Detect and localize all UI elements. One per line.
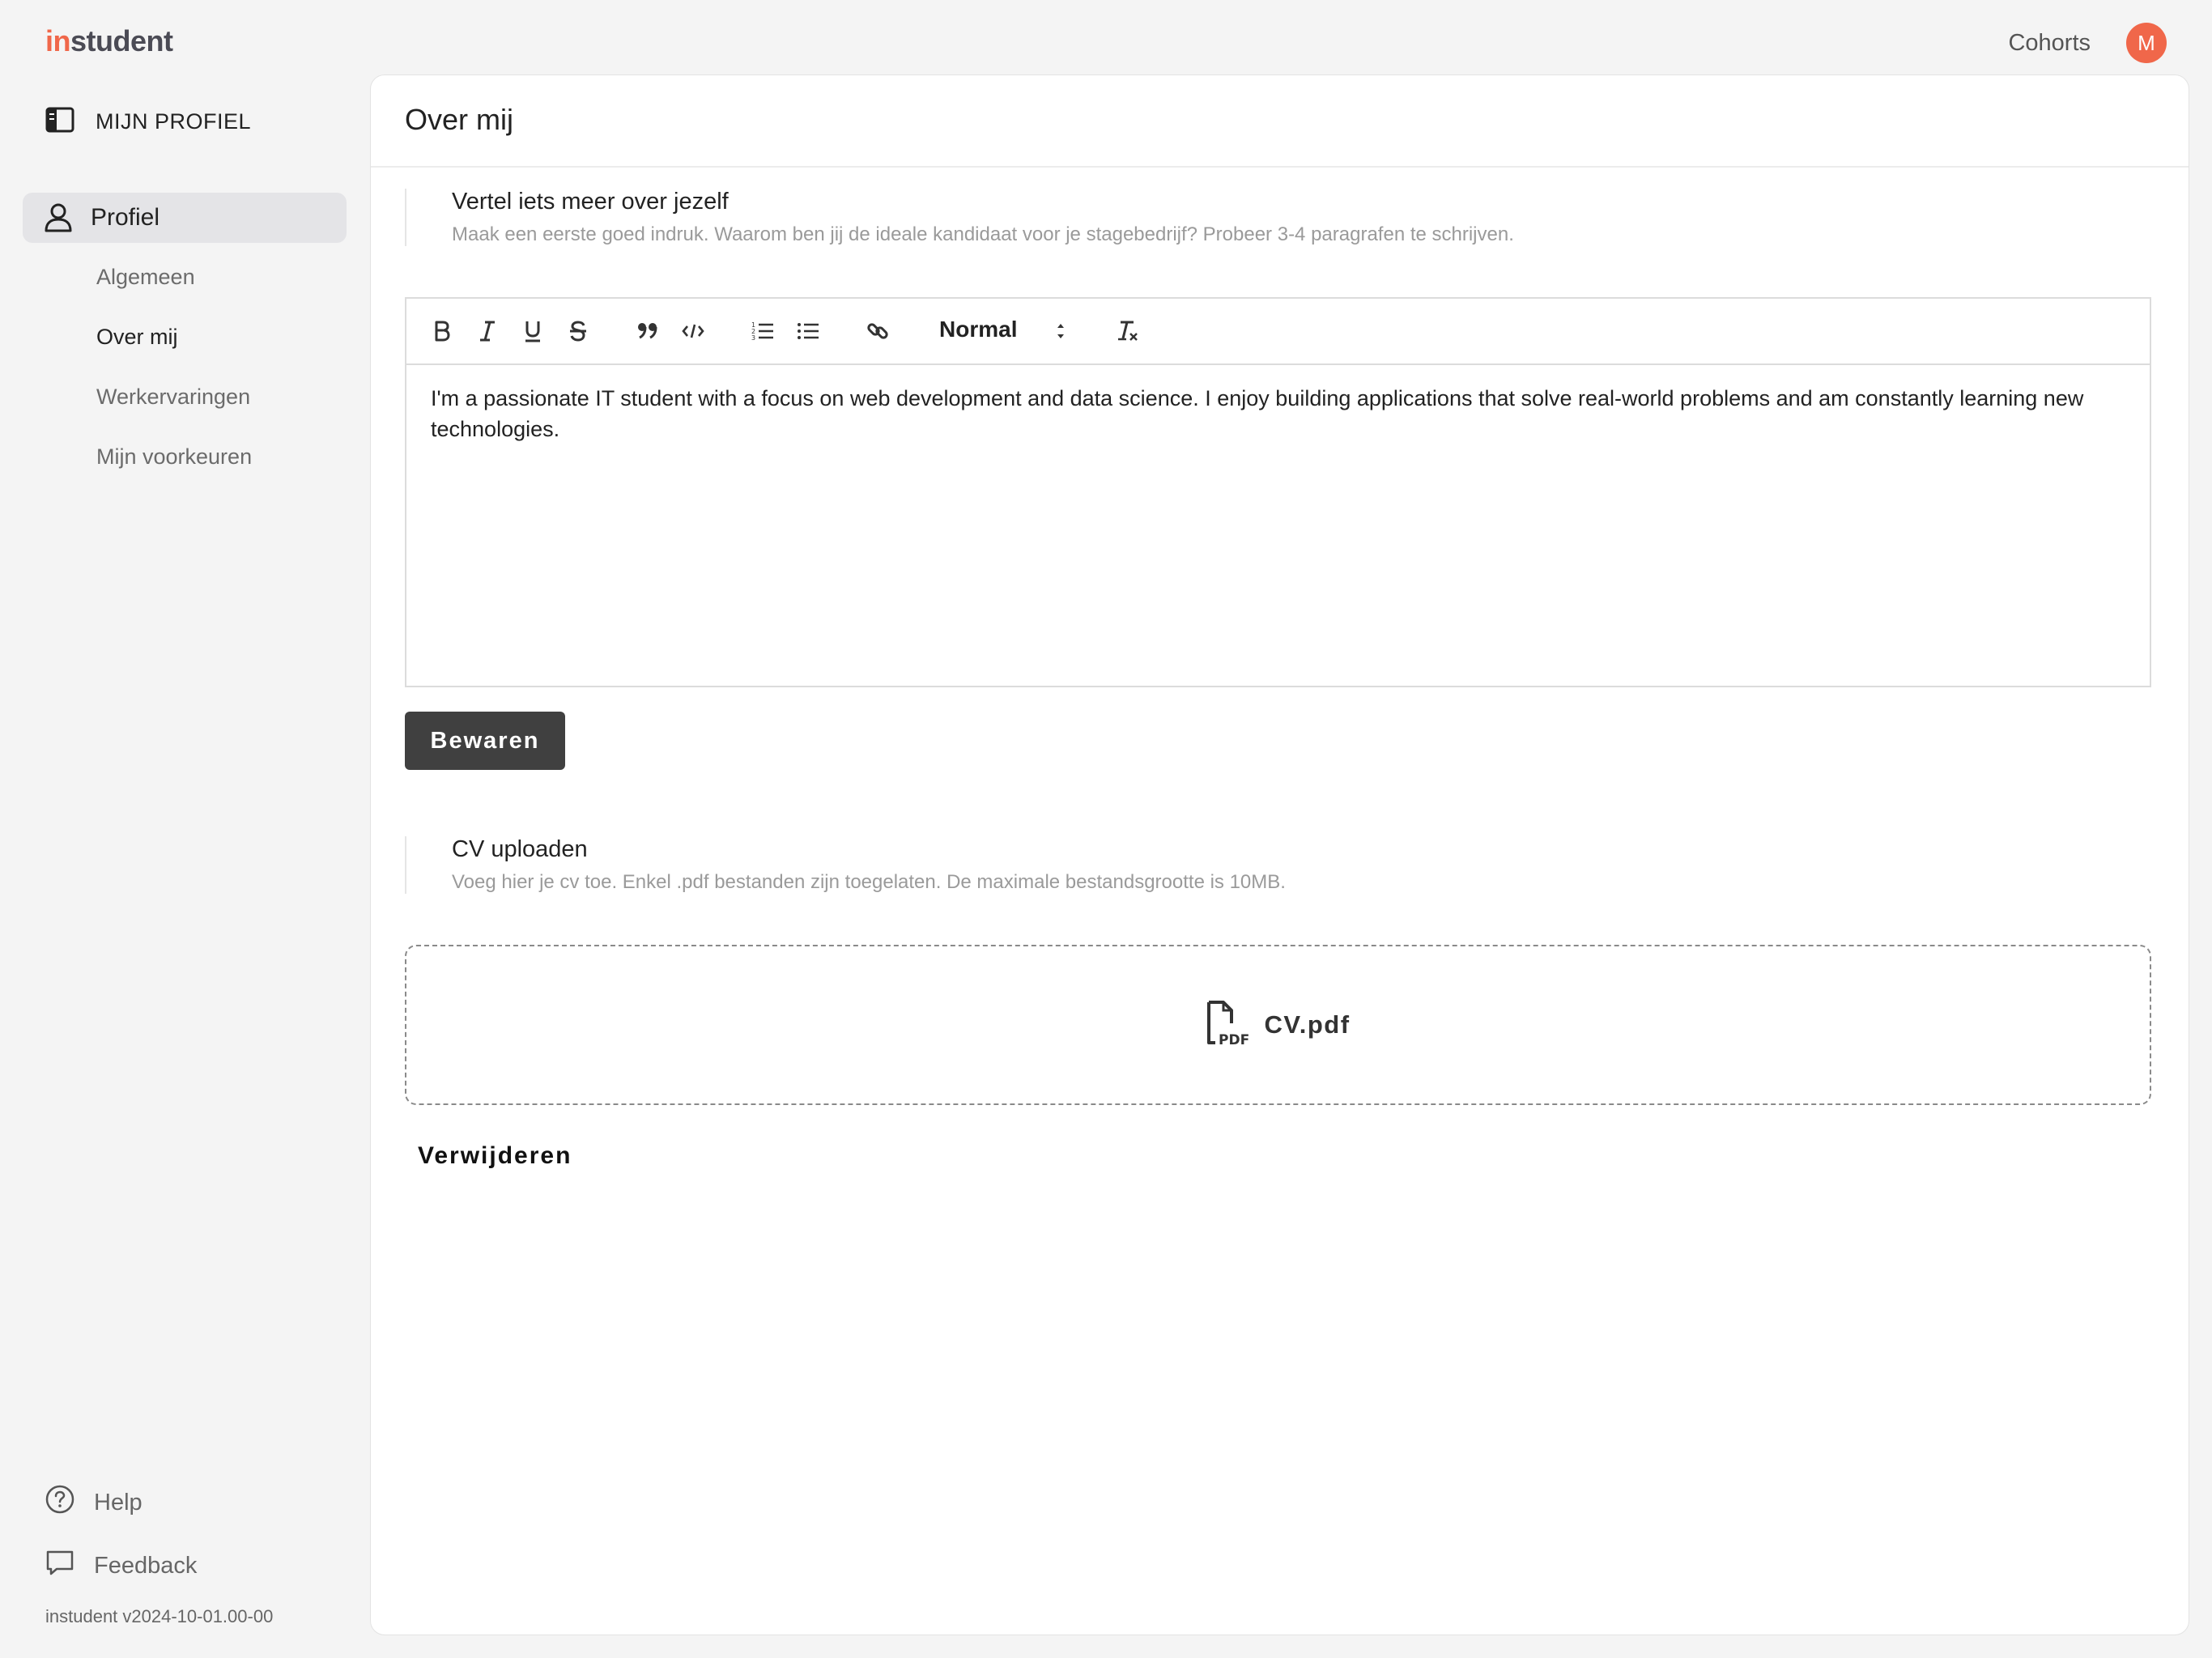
title-divider xyxy=(371,166,2189,168)
profile-subnav: Algemeen Over mij Werkervaringen Mijn vo… xyxy=(96,257,252,497)
rich-text-editor: 123 Normal I'm a passionate IT student w… xyxy=(405,297,2151,687)
sidebar-item-label: Profiel xyxy=(91,204,160,231)
editor-content[interactable]: I'm a passionate IT student with a focus… xyxy=(406,365,2150,462)
blockquote-icon[interactable] xyxy=(632,315,664,347)
file-name: CV.pdf xyxy=(1264,1010,1351,1039)
sidebar-header[interactable]: MIJN PROFIEL xyxy=(45,107,251,137)
cv-section-title: CV uploaden xyxy=(452,836,588,862)
delete-button[interactable]: Verwijderen xyxy=(418,1142,572,1170)
bullet-list-icon[interactable] xyxy=(792,315,824,347)
logo-accent: in xyxy=(45,24,71,57)
version-label: instudent v2024-10-01.00-00 xyxy=(45,1606,274,1626)
about-section-header: Vertel iets meer over jezelf Maak een ee… xyxy=(405,189,1514,246)
top-nav: Cohorts M xyxy=(2008,23,2167,63)
about-section-hint: Maak een eerste goed indruk. Waarom ben … xyxy=(452,223,1514,245)
link-icon[interactable] xyxy=(861,315,894,347)
subnav-item-mijn-voorkeuren[interactable]: Mijn voorkeuren xyxy=(96,437,252,497)
cv-section-header: CV uploaden Voeg hier je cv toe. Enkel .… xyxy=(405,836,1286,894)
feedback-link[interactable]: Feedback xyxy=(45,1548,197,1584)
strikethrough-icon[interactable] xyxy=(562,315,594,347)
format-select[interactable]: Normal xyxy=(939,317,1017,342)
feedback-label: Feedback xyxy=(94,1552,198,1579)
cohorts-link[interactable]: Cohorts xyxy=(2008,30,2091,57)
user-icon xyxy=(42,202,74,234)
bold-icon[interactable] xyxy=(426,315,458,347)
underline-icon[interactable] xyxy=(517,315,549,347)
app-logo[interactable]: instudent xyxy=(45,24,173,58)
sidebar-item-profiel[interactable]: Profiel xyxy=(23,193,347,243)
ordered-list-icon[interactable]: 123 xyxy=(747,315,779,347)
subnav-item-werkervaringen[interactable]: Werkervaringen xyxy=(96,377,252,437)
chat-bubble-icon xyxy=(45,1548,74,1584)
svg-text:3: 3 xyxy=(751,334,755,342)
main-panel: Over mij Vertel iets meer over jezelf Ma… xyxy=(370,74,2189,1635)
cv-dropzone[interactable]: PDF CV.pdf xyxy=(405,945,2151,1105)
help-label: Help xyxy=(94,1489,143,1516)
editor-toolbar: 123 Normal xyxy=(406,299,2150,365)
select-arrows-icon[interactable] xyxy=(1053,315,1069,351)
code-icon[interactable] xyxy=(677,315,709,347)
sidebar-panel-icon xyxy=(45,107,74,137)
save-button[interactable]: Bewaren xyxy=(405,712,565,770)
help-link[interactable]: Help xyxy=(45,1485,143,1520)
pdf-file-icon: PDF xyxy=(1206,999,1253,1052)
subnav-item-over-mij[interactable]: Over mij xyxy=(96,317,252,377)
sidebar-header-label: MIJN PROFIEL xyxy=(96,109,252,134)
avatar[interactable]: M xyxy=(2126,23,2167,63)
svg-text:PDF: PDF xyxy=(1219,1032,1249,1048)
about-section-title: Vertel iets meer over jezelf xyxy=(452,189,729,215)
help-icon xyxy=(45,1485,74,1520)
page-title: Over mij xyxy=(405,103,513,136)
uploaded-file[interactable]: PDF CV.pdf xyxy=(1206,999,1350,1052)
logo-text: student xyxy=(70,24,173,57)
cv-section-hint: Voeg hier je cv toe. Enkel .pdf bestande… xyxy=(452,871,1286,893)
subnav-item-algemeen[interactable]: Algemeen xyxy=(96,257,252,317)
italic-icon[interactable] xyxy=(471,315,504,347)
clear-formatting-icon[interactable] xyxy=(1111,315,1143,347)
